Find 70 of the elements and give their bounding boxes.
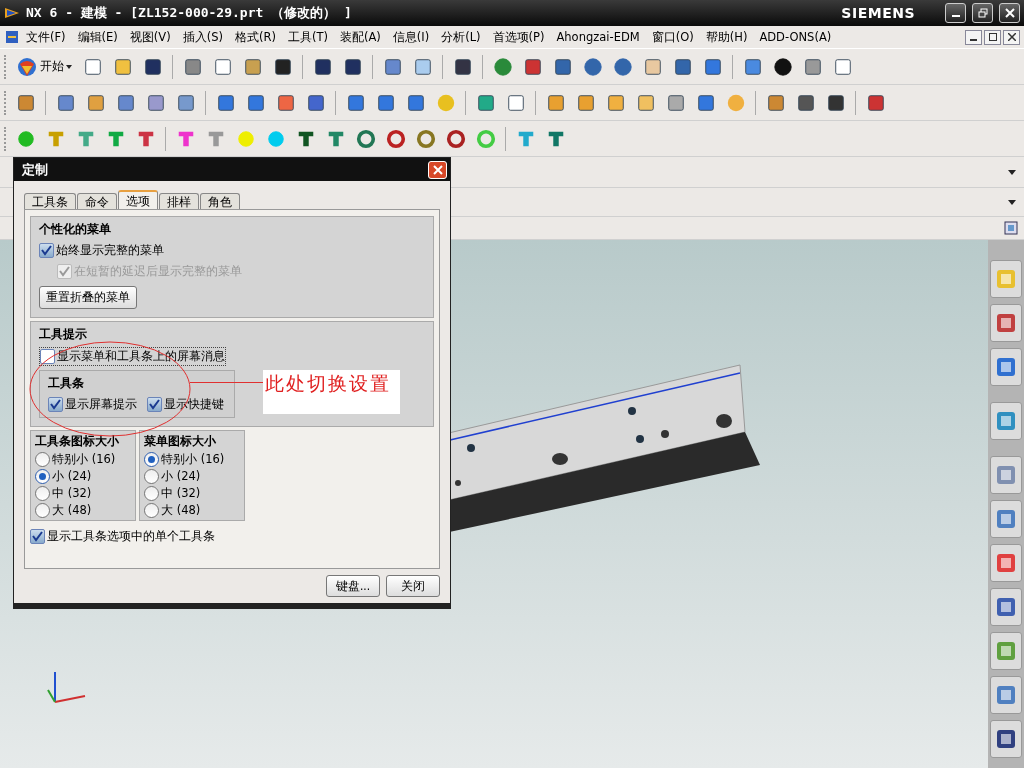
radio-option[interactable]: 中 (32)	[35, 486, 131, 501]
restore-button[interactable]	[972, 3, 993, 23]
checkbox-option[interactable]: 显示工具条选项中的单个工具条	[30, 528, 434, 545]
minimize-button[interactable]	[945, 3, 966, 23]
app-logo-icon	[4, 5, 20, 21]
restore-icon	[977, 8, 988, 18]
radio-option[interactable]: 中 (32)	[144, 486, 240, 501]
restore-button[interactable]	[984, 29, 1001, 45]
menu-item[interactable]: ADD-ONS(A)	[753, 30, 838, 44]
group-heading: 工具提示	[39, 326, 87, 343]
dropdown-arrow-icon[interactable]	[1008, 169, 1016, 175]
menu-item[interactable]: 分析(L)	[435, 29, 487, 45]
group-heading: 工具条	[48, 375, 85, 392]
app-logo-icon	[4, 29, 20, 45]
annotation-note: 此处切换设置	[263, 370, 400, 414]
minimize-button[interactable]	[965, 29, 982, 45]
menu-item[interactable]: 装配(A)	[333, 29, 387, 45]
minimize-icon	[951, 15, 960, 17]
reset-menus-button[interactable]: 重置折叠的菜单	[39, 286, 137, 309]
dialog-title: 定制	[22, 160, 49, 179]
menu-item[interactable]: Ahongzai-EDM	[550, 30, 646, 44]
close-button[interactable]	[999, 3, 1020, 23]
menu-item[interactable]: 格式(R)	[228, 29, 282, 45]
checkbox-option[interactable]: 显示快捷键	[147, 396, 224, 413]
window-title: NX 6 - 建模 - [ZL152-000-29.prt （修改的） ]	[26, 4, 353, 22]
maximize-icon	[988, 33, 997, 41]
caret-icon	[66, 64, 72, 69]
group-heading: 个性化的菜单	[39, 221, 111, 238]
close-icon	[1007, 33, 1016, 41]
radio-option[interactable]: 特别小 (16)	[35, 452, 131, 467]
dialog-tab[interactable]: 排样	[159, 193, 199, 209]
checkmark-icon	[32, 531, 43, 542]
radio-option[interactable]: 大 (48)	[35, 503, 131, 518]
menu-item[interactable]: 工具(T)	[281, 29, 334, 45]
dialog-tab[interactable]: 工具条	[24, 193, 76, 209]
brand-label: SIEMENS	[841, 5, 915, 21]
close-button[interactable]	[1003, 29, 1020, 45]
checkmark-icon	[59, 266, 70, 277]
menu-item[interactable]: 视图(V)	[123, 29, 177, 45]
close-icon	[1004, 8, 1015, 18]
fit-window-icon[interactable]	[1004, 221, 1018, 235]
dialog-button[interactable]: 键盘...	[326, 575, 380, 597]
group-heading: 工具条图标大小	[35, 433, 120, 450]
menu-item[interactable]: 信息(I)	[386, 29, 436, 45]
dialog-tab[interactable]: 命令	[77, 193, 117, 209]
dropdown-arrow-icon[interactable]	[1008, 199, 1016, 205]
radio-option[interactable]: 特别小 (16)	[144, 452, 240, 467]
dialog-tab[interactable]: 选项	[118, 190, 158, 209]
checkbox-option[interactable]: 显示屏幕提示	[48, 396, 137, 413]
menu-item[interactable]: 帮助(H)	[699, 29, 754, 45]
group-heading: 菜单图标大小	[144, 433, 217, 450]
checkmark-icon	[149, 399, 160, 410]
close-icon	[432, 164, 443, 175]
minimize-icon	[970, 38, 977, 41]
dialog-button[interactable]: 关闭	[386, 575, 440, 597]
radio-option[interactable]: 小 (24)	[144, 469, 240, 484]
dialog-tab[interactable]: 角色	[200, 193, 240, 209]
checkbox-option[interactable]: 始终显示完整的菜单	[39, 242, 164, 259]
checkmark-icon	[50, 399, 61, 410]
menu-item[interactable]: 文件(F)	[20, 29, 72, 45]
radio-option[interactable]: 大 (48)	[144, 503, 240, 518]
start-button[interactable]: 开始	[12, 55, 76, 78]
menu-item[interactable]: 插入(S)	[176, 29, 229, 45]
menu-item[interactable]: 窗口(O)	[645, 29, 700, 45]
checkmark-icon	[41, 245, 52, 256]
checkbox-option[interactable]: 显示菜单和工具条上的屏幕消息	[39, 347, 226, 366]
start-logo-icon	[16, 55, 38, 78]
menu-item[interactable]: 编辑(E)	[71, 29, 124, 45]
menu-item[interactable]: 首选项(P)	[486, 29, 551, 45]
radio-option[interactable]: 小 (24)	[35, 469, 131, 484]
